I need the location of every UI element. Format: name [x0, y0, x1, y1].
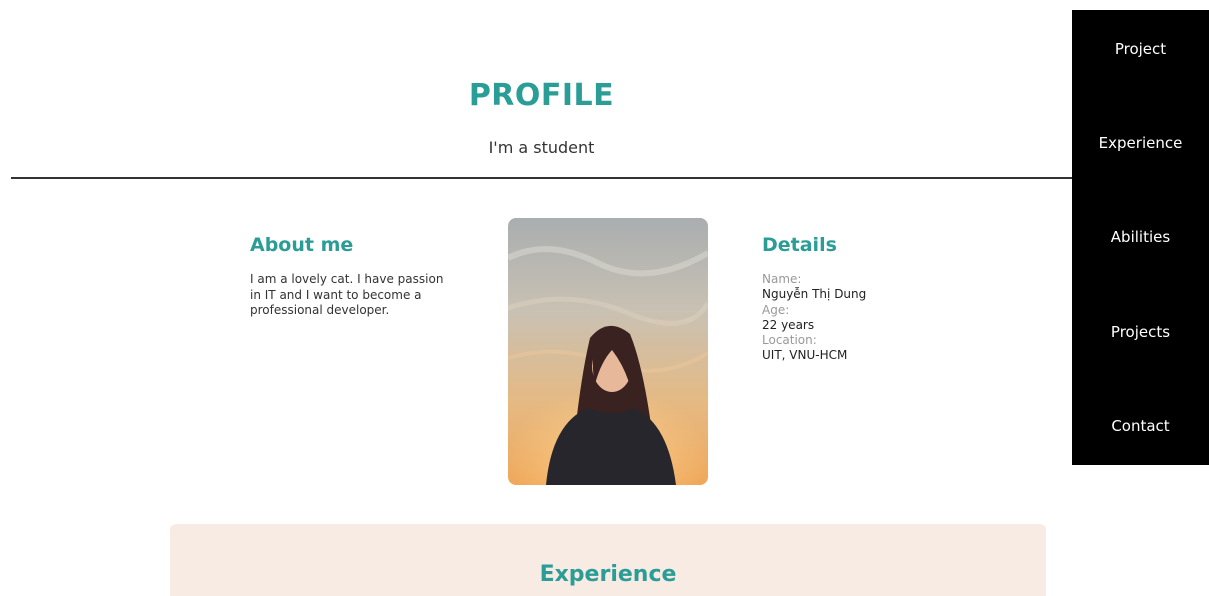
name-label: Name:: [762, 272, 802, 286]
page-title: PROFILE: [468, 78, 615, 113]
age-value: 22 years: [762, 317, 815, 332]
location-label: Location:: [762, 333, 817, 348]
nav-item-abilities[interactable]: Abilities: [1072, 228, 1209, 246]
age-label: Age:: [762, 302, 790, 317]
profile-page: PROFILE I'm a student Project Experience…: [0, 0, 1209, 596]
side-nav: Project Experience Abilities Projects Co…: [1072, 10, 1209, 465]
page-subtitle: I'm a student: [488, 138, 595, 157]
profile-photo: [508, 218, 708, 485]
location-value: UIT, VNU-HCM: [762, 348, 848, 363]
page-header: PROFILE I'm a student: [11, 0, 1072, 179]
profile-photo-image: [508, 218, 708, 485]
nav-item-experience[interactable]: Experience: [1072, 134, 1209, 152]
about-title: About me: [250, 234, 354, 256]
nav-item-project[interactable]: Project: [1072, 40, 1209, 58]
nav-item-contact[interactable]: Contact: [1072, 417, 1209, 435]
details-list: Name: Nguyễn Thị Dung Age: 22 years Loca…: [762, 272, 866, 364]
about-text: I am a lovely cat. I have passion in IT …: [250, 272, 444, 317]
name-value: Nguyễn Thị Dung: [762, 287, 867, 302]
experience-title: Experience: [539, 562, 677, 587]
details-title: Details: [762, 234, 837, 256]
nav-item-projects[interactable]: Projects: [1072, 323, 1209, 341]
experience-section: Experience: [170, 524, 1046, 596]
